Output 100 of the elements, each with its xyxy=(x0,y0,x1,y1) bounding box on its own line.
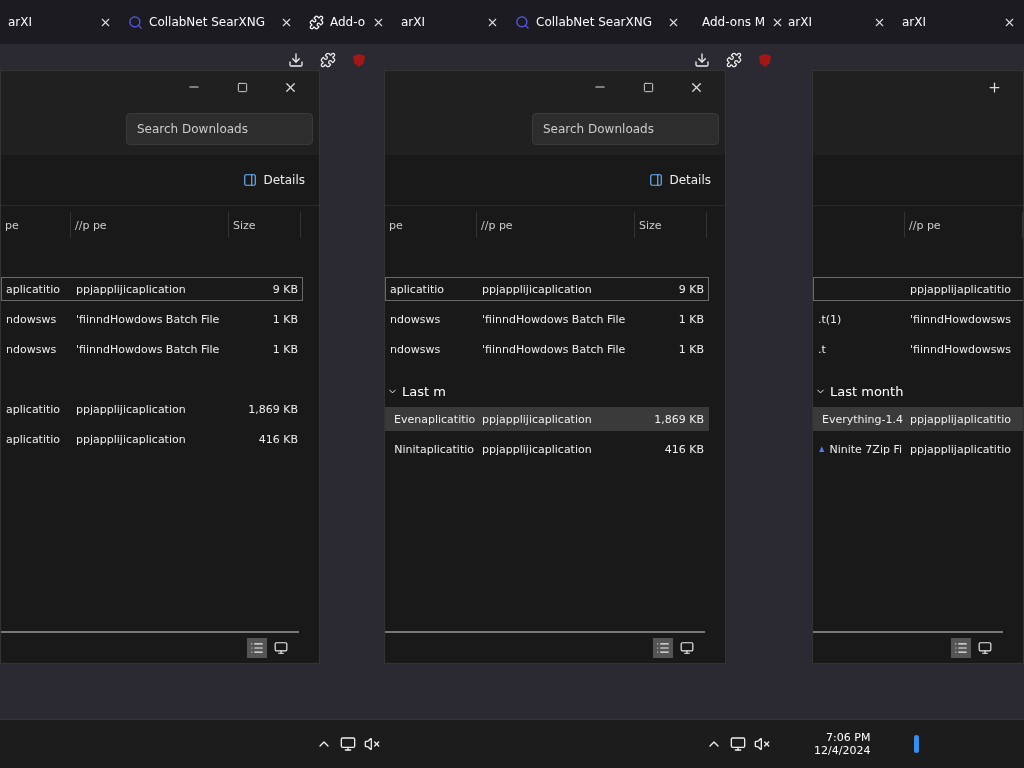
notification-icon[interactable] xyxy=(914,735,920,753)
table-cell-text: ndowsws xyxy=(389,312,442,326)
file-row[interactable]: aplicatitio ppjapplijicaplication 9 KB xyxy=(385,277,709,301)
browser-tab[interactable]: arXI xyxy=(0,0,120,44)
column-header[interactable]: Size xyxy=(635,212,707,238)
puzzle-icon[interactable] xyxy=(320,52,336,68)
file-row[interactable]: Ninite 7Zip Fi ppjapplijaplicatitio xyxy=(813,437,1023,461)
table-cell-text: aplicatitio xyxy=(389,282,446,296)
browser-tab[interactable]: arXI xyxy=(780,0,894,44)
browser-tab[interactable]: CollabNet SearXNG xyxy=(120,0,301,44)
file-row[interactable]: aplicatitio ppjapplijicaplication 416 KB xyxy=(1,427,303,451)
browser-tab[interactable]: CollabNet SearXNG xyxy=(507,0,688,44)
table-cell: Ninite 7Zip Fi xyxy=(814,442,906,456)
search-icon xyxy=(515,14,530,30)
browser-tab[interactable]: Add-o xyxy=(301,0,393,44)
table-cell-text: ndowsws xyxy=(5,342,58,356)
table-cell-text: ppjapplijaplicatitio xyxy=(909,442,1012,456)
table-cell-text: 416 KB xyxy=(257,432,299,446)
plus-icon xyxy=(986,79,1002,95)
panel-icon xyxy=(649,173,664,187)
column-header[interactable]: pe xyxy=(385,212,477,238)
table-cell-text: 'fiinndHowdows Batch File xyxy=(481,342,627,356)
column-header[interactable]: //p pe xyxy=(71,212,229,238)
table-cell-text: ppjapplijicaplication xyxy=(75,432,187,446)
table-cell-text: 'fiinndHowdows Batch File xyxy=(75,342,221,356)
file-row[interactable]: ndowsws 'fiinndHowdows Batch File 1 KB xyxy=(385,337,709,361)
table-cell-text: 'fiinndHowdows Batch File xyxy=(75,312,221,326)
file-row[interactable]: Ninitaplicatitio ppjapplijicaplication 416 KB xyxy=(385,437,709,461)
network-icon[interactable] xyxy=(730,736,746,752)
table-cell-text: 1,869 KB xyxy=(653,412,705,426)
file-row[interactable]: .t(1) 'fiinndHowdowsws xyxy=(813,307,1023,331)
mute-icon[interactable] xyxy=(754,736,770,752)
table-cell-text: aplicatitio xyxy=(5,432,62,446)
clock[interactable]: 7:06 PM 12/4/2024 xyxy=(814,731,871,757)
table-cell-text: .t(1) xyxy=(817,312,843,326)
list-view-button[interactable] xyxy=(653,638,673,658)
monitor-icon xyxy=(274,641,288,655)
browser-tab[interactable]: arXI xyxy=(894,0,1024,44)
list-icon xyxy=(954,641,968,655)
table-cell-text: 1 KB xyxy=(271,312,299,326)
table-cell-text: .t xyxy=(817,342,827,356)
maximize-icon xyxy=(236,81,248,93)
details-button[interactable]: Details xyxy=(643,172,717,188)
panel-icon xyxy=(243,173,258,187)
file-row[interactable]: ndowsws 'fiinndHowdows Batch File 1 KB xyxy=(1,337,303,361)
table-cell-text: 9 KB xyxy=(271,282,299,296)
table-cell-text: ppjapplijaplicatitio xyxy=(909,412,1012,426)
puzzle-icon[interactable] xyxy=(726,52,742,68)
group-header[interactable]: Last m xyxy=(385,378,725,404)
table-cell-text: ppjapplijicaplication xyxy=(481,442,593,456)
column-header[interactable]: //p pe xyxy=(477,212,635,238)
file-row[interactable]: Evenaplicatitio ppjapplijicaplication 1,869 KB xyxy=(385,407,709,431)
list-view-button[interactable] xyxy=(247,638,267,658)
list-icon xyxy=(250,641,264,655)
browser-tab[interactable]: arXI xyxy=(393,0,507,44)
table-cell-text: ndowsws xyxy=(389,342,442,356)
table-cell-text: ndowsws xyxy=(5,312,58,326)
file-row[interactable]: ndowsws 'fiinndHowdows Batch File 1 KB xyxy=(385,307,709,331)
file-row[interactable]: ndowsws 'fiinndHowdows Batch File 1 KB xyxy=(1,307,303,331)
table-cell-text: 1 KB xyxy=(271,342,299,356)
table-cell-text: aplicatitio xyxy=(5,402,62,416)
list-icon xyxy=(656,641,670,655)
table-cell-text: 1 KB xyxy=(677,312,705,326)
column-header[interactable]: Size xyxy=(229,212,301,238)
file-row[interactable]: .t 'fiinndHowdowsws xyxy=(813,337,1023,361)
list-view-button[interactable] xyxy=(951,638,971,658)
details-button[interactable]: Details xyxy=(237,172,311,188)
table-cell-text: 'fiinndHowdowsws xyxy=(909,342,1013,356)
monitor-icon xyxy=(978,641,992,655)
maximize-icon xyxy=(642,81,654,93)
table-cell: Ninitaplicatitio xyxy=(386,442,478,456)
browser-tab[interactable]: Add-ons M xyxy=(688,0,780,44)
table-cell-text: ppjapplijaplicatitio xyxy=(909,282,1012,296)
table-cell-text: 1 KB xyxy=(677,342,705,356)
table-cell-text: ppjapplijicaplication xyxy=(75,282,187,296)
column-header[interactable]: pe xyxy=(1,212,71,238)
search-icon xyxy=(128,14,143,30)
puzzle-icon xyxy=(309,14,324,30)
table-cell-text: 'fiinndHowdowsws xyxy=(909,312,1013,326)
file-row[interactable]: aplicatitio ppjapplijicaplication 1,869 KB xyxy=(1,397,303,421)
table-cell: Everything-1.4 xyxy=(814,412,906,426)
group-header[interactable]: Last month xyxy=(813,378,1023,404)
mute-icon[interactable] xyxy=(364,736,380,752)
table-cell-text: ppjapplijicaplication xyxy=(481,282,593,296)
table-cell-text: 1,869 KB xyxy=(247,402,299,416)
monitor-icon xyxy=(680,641,694,655)
search-field[interactable]: Search Downloads xyxy=(126,113,313,145)
download-icon[interactable] xyxy=(694,52,710,68)
table-cell-text: 9 KB xyxy=(677,282,705,296)
search-field[interactable]: Search Downloads xyxy=(532,113,719,145)
file-row[interactable]: Everything-1.4 ppjapplijaplicatitio xyxy=(813,407,1023,431)
file-row[interactable]: ppjapplijaplicatitio xyxy=(813,277,1023,301)
column-header[interactable]: //p pe xyxy=(905,212,1023,238)
table-cell-text: 416 KB xyxy=(663,442,705,456)
table-cell: Evenaplicatitio xyxy=(386,412,478,426)
network-icon[interactable] xyxy=(340,736,356,752)
table-cell-text: ppjapplijicaplication xyxy=(481,412,593,426)
table-cell-text: 'fiinndHowdows Batch File xyxy=(481,312,627,326)
download-icon[interactable] xyxy=(288,52,304,68)
file-row[interactable]: aplicatitio ppjapplijicaplication 9 KB xyxy=(1,277,303,301)
